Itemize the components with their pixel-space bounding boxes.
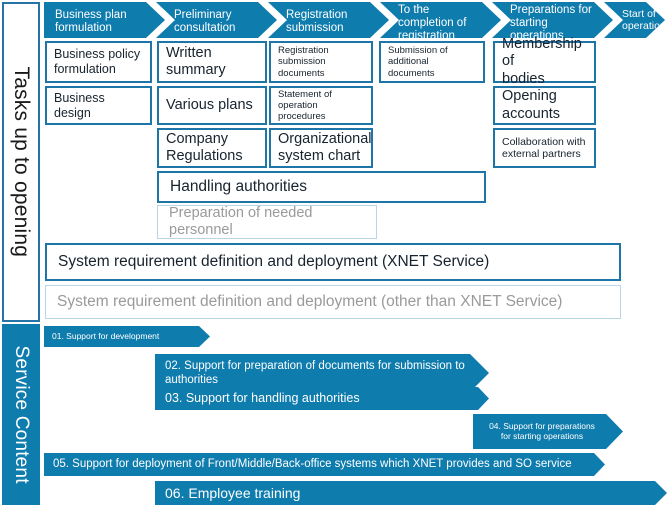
service-arrow-03[interactable]: 03. Support for handling authorities (155, 387, 490, 410)
service-arrow-label: 01. Support for development (52, 331, 160, 341)
task-box-submission-of-additional-documents[interactable]: Submission of additional documents (379, 41, 485, 83)
task-box-label: Various plans (166, 96, 253, 113)
rail-tasks-label: Tasks up to opening (10, 66, 33, 258)
phase-label-1: Preliminary consultation (174, 9, 236, 34)
task-box-label: Collaboration with external partners (502, 135, 586, 160)
task-box-company-regulations[interactable]: Company Regulations (157, 128, 267, 168)
task-box-label: Preparation of needed personnel (169, 204, 313, 238)
service-arrow-label: 02. Support for preparation of documents… (165, 360, 465, 386)
task-box-label: Company Regulations (166, 130, 243, 164)
service-arrow-05[interactable]: 05. Support for deployment of Front/Midd… (44, 453, 606, 476)
task-box-system-requirement-xnet[interactable]: System requirement definition and deploy… (45, 243, 621, 281)
service-arrow-01[interactable]: 01. Support for development (44, 326, 211, 347)
rail-service-content: Service Content (2, 324, 40, 505)
task-box-registration-submission-documents[interactable]: Registration submission documents (269, 41, 373, 83)
task-box-label: Written summary (166, 44, 226, 78)
task-box-label: Business policy formulation (54, 47, 141, 76)
task-box-preparation-of-needed-personnel[interactable]: Preparation of needed personnel (157, 205, 377, 239)
task-box-membership-of-bodies[interactable]: Membership of bodies (493, 36, 596, 87)
phase-label-5: Start of operations (622, 8, 670, 32)
task-box-system-requirement-other[interactable]: System requirement definition and deploy… (45, 285, 621, 319)
service-arrow-04[interactable]: 04. Support for preparations for startin… (473, 414, 624, 449)
task-box-organizational-system-chart[interactable]: Organizational system chart (269, 128, 373, 168)
task-box-handling-authorities[interactable]: Handling authorities (157, 171, 486, 203)
task-box-label: Organizational system chart (278, 130, 372, 164)
rail-tasks-up-to-opening: Tasks up to opening (2, 2, 40, 322)
task-box-label: Registration submission documents (278, 45, 329, 79)
service-arrow-06[interactable]: 06. Employee training (155, 481, 668, 505)
task-box-label: Submission of additional documents (388, 45, 448, 79)
task-box-label: Statement of operation procedures (278, 88, 332, 123)
phase-label-2: Registration submission (286, 9, 348, 34)
phase-label-0: Business plan formulation (55, 9, 127, 34)
service-arrow-label: 03. Support for handling authorities (165, 391, 360, 405)
service-arrow-label: 05. Support for deployment of Front/Midd… (53, 458, 572, 470)
task-box-various-plans[interactable]: Various plans (157, 86, 267, 125)
task-box-opening-accounts[interactable]: Opening accounts (493, 86, 596, 125)
task-box-label: System requirement definition and deploy… (58, 252, 490, 270)
phase-label-3: To the completion of registration (398, 4, 467, 42)
task-box-business-design[interactable]: Business design (45, 86, 152, 125)
phase-header-band: Business plan formulation Preliminary co… (44, 2, 670, 42)
task-box-label: Opening accounts (502, 88, 561, 122)
task-box-label: Handling authorities (170, 177, 308, 195)
service-arrow-label: 06. Employee training (165, 485, 301, 501)
rail-service-label: Service Content (11, 345, 32, 484)
task-box-collaboration-with-external-partners[interactable]: Collaboration with external partners (493, 128, 596, 168)
task-box-business-policy-formulation[interactable]: Business policy formulation (45, 41, 152, 83)
task-box-label: Membership of bodies (502, 36, 582, 87)
service-arrow-label: 04. Support for preparations for startin… (489, 421, 595, 442)
task-box-label: System requirement definition and deploy… (57, 292, 563, 310)
task-box-written-summary[interactable]: Written summary (157, 41, 267, 83)
task-box-label: Business design (54, 90, 105, 120)
task-box-statement-of-operation-procedures[interactable]: Statement of operation procedures (269, 86, 373, 125)
process-roadmap-diagram: Tasks up to opening Service Content Busi… (0, 0, 670, 507)
